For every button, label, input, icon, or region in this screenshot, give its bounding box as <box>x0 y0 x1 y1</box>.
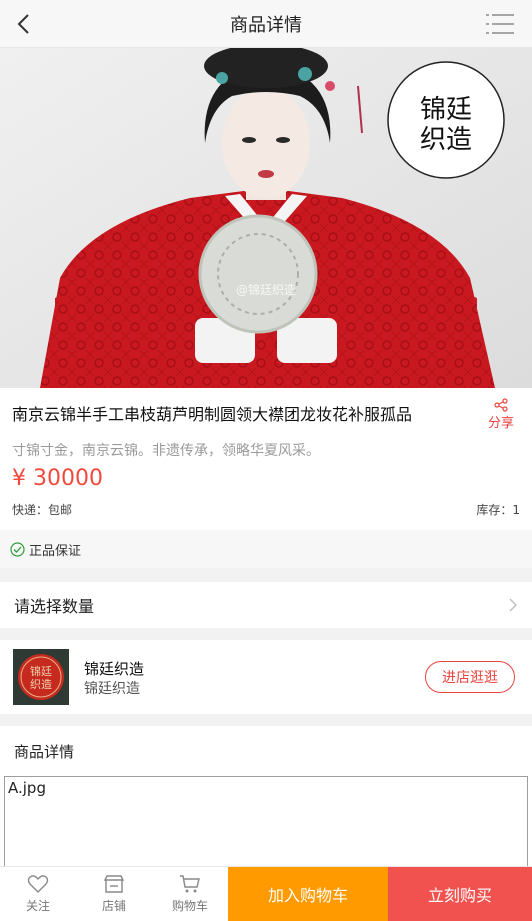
shopping-cart-icon <box>180 875 200 893</box>
shop-logo[interactable]: 锦廷 织造 <box>13 649 69 705</box>
share-button[interactable]: 分享 <box>484 398 518 431</box>
cart-label: 购物车 <box>171 899 208 913</box>
svg-text:@锦廷织造: @锦廷织造 <box>236 283 296 297</box>
store-icon <box>103 875 125 893</box>
details-content: A.jpg <box>0 776 532 876</box>
back-button[interactable] <box>10 10 38 38</box>
quantity-label: 请选择数量 <box>14 597 95 616</box>
product-image[interactable]: 锦廷 织造 @锦廷织造 <box>0 48 532 388</box>
details-heading: 商品详情 <box>0 726 532 776</box>
shipping-info: 快递：包邮 <box>12 503 73 517</box>
svg-text:锦廷: 锦廷 <box>420 95 472 125</box>
product-subtitle: 寸锦寸金，南京云锦。非遗传承，领略华夏风采。 <box>12 443 320 459</box>
follow-label: 关注 <box>25 899 50 913</box>
share-label: 分享 <box>487 416 514 431</box>
detail-image-placeholder: A.jpg <box>4 776 528 876</box>
bottom-action-bar: 关注 店铺 购物车 加入购物车 立刻购买 <box>0 866 532 921</box>
svg-text:织造: 织造 <box>30 677 52 691</box>
product-info: 南京云锦半手工串枝葫芦明制圆领大襟团龙妆花补服孤品 分享 寸锦寸金，南京云锦。非… <box>0 388 532 530</box>
heart-icon <box>27 875 49 893</box>
shop-seal-logo: 锦廷 织造 <box>18 654 64 700</box>
cart-button[interactable]: 购物车 <box>152 867 228 921</box>
detail-image-alt: A.jpg <box>8 779 46 797</box>
list-menu-icon <box>486 14 514 34</box>
guarantee-row: 正品保证 <box>0 530 532 568</box>
guarantee-label: 正品保证 <box>29 543 82 559</box>
product-price: ¥ 30000 <box>12 466 103 491</box>
shop-name[interactable]: 锦廷织造 <box>84 658 144 679</box>
store-button[interactable]: 店铺 <box>76 867 152 921</box>
product-photo: 锦廷 织造 @锦廷织造 <box>0 48 532 388</box>
share-icon <box>494 398 508 412</box>
visit-shop-button[interactable]: 进店逛逛 <box>425 661 515 693</box>
shop-card: 锦廷 织造 锦廷织造 锦廷织造 进店逛逛 <box>0 640 532 714</box>
store-label: 店铺 <box>101 899 126 913</box>
check-circle-icon <box>10 541 25 557</box>
add-to-cart-button[interactable]: 加入购物车 <box>228 867 388 921</box>
svg-text:锦廷: 锦廷 <box>30 664 52 678</box>
svg-text:织造: 织造 <box>420 125 472 155</box>
shop-subtitle: 锦廷织造 <box>84 681 140 697</box>
buy-now-button[interactable]: 立刻购买 <box>388 867 532 921</box>
product-name: 南京云锦半手工串枝葫芦明制圆领大襟团龙妆花补服孤品 <box>12 405 413 424</box>
stock-info: 库存：1 <box>476 503 520 517</box>
menu-button[interactable] <box>484 12 516 36</box>
chevron-left-icon <box>17 14 29 34</box>
chevron-right-icon <box>509 598 517 612</box>
page-title: 商品详情 <box>230 14 302 36</box>
follow-button[interactable]: 关注 <box>0 867 76 921</box>
header-bar: 商品详情 <box>0 0 532 48</box>
quantity-selector[interactable]: 请选择数量 <box>0 582 532 628</box>
